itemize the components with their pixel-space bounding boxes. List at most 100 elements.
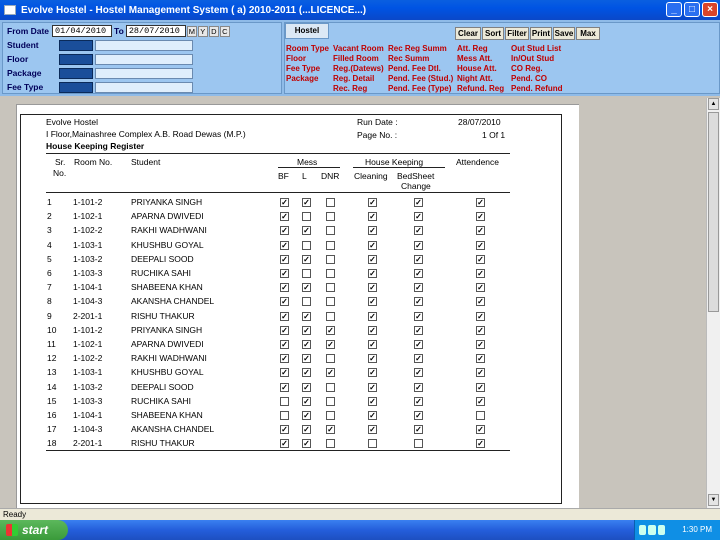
checkbox-bf[interactable]: ✓ xyxy=(280,439,289,449)
checkbox-clean[interactable]: ✓ xyxy=(368,354,377,364)
checkbox-l[interactable]: ✓ xyxy=(302,198,311,207)
checkbox-bf[interactable]: ✓ xyxy=(280,254,289,264)
checkbox-dnr[interactable] xyxy=(326,439,335,449)
package-code-field[interactable] xyxy=(59,68,93,79)
scroll-down-icon[interactable]: ▼ xyxy=(708,494,719,506)
checkbox-clean[interactable]: ✓ xyxy=(368,425,377,435)
tray-volume-icon[interactable] xyxy=(648,525,656,535)
menu-rec-reg-summ[interactable]: Rec Reg Summ xyxy=(388,44,447,53)
student-name-field[interactable] xyxy=(95,40,193,51)
checkbox-clean[interactable]: ✓ xyxy=(368,212,377,222)
checkbox-bf[interactable]: ✓ xyxy=(280,311,289,321)
checkbox-dnr[interactable] xyxy=(326,283,335,293)
menu-house-att[interactable]: House Att. xyxy=(457,64,497,73)
checkbox-bf[interactable]: ✓ xyxy=(280,354,289,364)
checkbox-l[interactable]: ✓ xyxy=(302,325,311,335)
checkbox-dnr[interactable] xyxy=(326,269,335,278)
checkbox-bf[interactable] xyxy=(280,411,289,420)
menu-pend-fee-type[interactable]: Pend. Fee (Type) xyxy=(388,84,451,93)
checkbox-att[interactable]: ✓ xyxy=(476,254,485,264)
checkbox-clean[interactable]: ✓ xyxy=(368,411,377,420)
tab-hostel[interactable]: Hostel xyxy=(285,23,329,39)
floor-code-field[interactable] xyxy=(59,54,93,65)
checkbox-att[interactable]: ✓ xyxy=(476,212,485,222)
checkbox-bed[interactable]: ✓ xyxy=(414,340,423,349)
close-button[interactable]: × xyxy=(702,2,718,17)
checkbox-l[interactable]: ✓ xyxy=(302,311,311,321)
checkbox-l[interactable]: ✓ xyxy=(302,226,311,236)
clear-button[interactable]: Clear xyxy=(455,27,481,40)
checkbox-dnr[interactable] xyxy=(326,212,335,222)
checkbox-bed[interactable]: ✓ xyxy=(414,354,423,364)
menu-vacant-room[interactable]: Vacant Room xyxy=(333,44,384,53)
save-button[interactable]: Save xyxy=(553,27,575,40)
checkbox-bed[interactable]: ✓ xyxy=(414,425,423,435)
checkbox-bed[interactable]: ✓ xyxy=(414,283,423,293)
menu-refund-reg[interactable]: Refund. Reg xyxy=(457,84,504,93)
checkbox-dnr[interactable] xyxy=(326,311,335,321)
scroll-up-icon[interactable]: ▲ xyxy=(708,98,719,110)
checkbox-clean[interactable]: ✓ xyxy=(368,311,377,321)
checkbox-clean[interactable]: ✓ xyxy=(368,396,377,406)
to-date-input[interactable]: 28/07/2010 xyxy=(125,25,186,37)
checkbox-l[interactable]: ✓ xyxy=(302,354,311,364)
checkbox-l[interactable]: ✓ xyxy=(302,254,311,264)
checkbox-bed[interactable]: ✓ xyxy=(414,254,423,264)
checkbox-bed[interactable]: ✓ xyxy=(414,368,423,378)
checkbox-bed[interactable]: ✓ xyxy=(414,396,423,406)
checkbox-bf[interactable]: ✓ xyxy=(280,382,289,392)
sort-button[interactable]: Sort xyxy=(482,27,504,40)
checkbox-dnr[interactable] xyxy=(326,297,335,307)
checkbox-clean[interactable]: ✓ xyxy=(368,198,377,207)
menu-att-reg[interactable]: Att. Reg xyxy=(457,44,488,53)
checkbox-clean[interactable] xyxy=(368,439,377,449)
checkbox-att[interactable]: ✓ xyxy=(476,439,485,449)
fee-type-code-field[interactable] xyxy=(59,82,93,93)
checkbox-bf[interactable]: ✓ xyxy=(280,198,289,207)
checkbox-att[interactable]: ✓ xyxy=(476,269,485,278)
day-button[interactable]: D xyxy=(208,25,219,37)
checkbox-dnr[interactable] xyxy=(326,254,335,264)
tray-shield-icon[interactable] xyxy=(657,525,665,535)
checkbox-bed[interactable]: ✓ xyxy=(414,311,423,321)
checkbox-dnr[interactable] xyxy=(326,396,335,406)
checkbox-dnr[interactable] xyxy=(326,240,335,250)
checkbox-l[interactable]: ✓ xyxy=(302,382,311,392)
package-name-field[interactable] xyxy=(95,68,193,79)
fee-type-name-field[interactable] xyxy=(95,82,193,93)
filter-button[interactable]: Filter xyxy=(505,27,529,40)
checkbox-att[interactable]: ✓ xyxy=(476,226,485,236)
checkbox-bf[interactable]: ✓ xyxy=(280,269,289,278)
menu-reg-datews[interactable]: Reg.(Datews) xyxy=(333,64,384,73)
checkbox-att[interactable]: ✓ xyxy=(476,368,485,378)
menu-pend-co[interactable]: Pend. CO xyxy=(511,74,547,83)
checkbox-bed[interactable]: ✓ xyxy=(414,240,423,250)
max-button[interactable]: Max xyxy=(576,27,600,40)
checkbox-bed[interactable]: ✓ xyxy=(414,382,423,392)
checkbox-bf[interactable]: ✓ xyxy=(280,297,289,307)
checkbox-dnr[interactable] xyxy=(326,354,335,364)
checkbox-l[interactable]: ✓ xyxy=(302,396,311,406)
menu-floor[interactable]: Floor xyxy=(286,54,306,63)
checkbox-bf[interactable]: ✓ xyxy=(280,368,289,378)
checkbox-att[interactable]: ✓ xyxy=(476,325,485,335)
checkbox-dnr[interactable]: ✓ xyxy=(326,325,335,335)
checkbox-bed[interactable]: ✓ xyxy=(414,297,423,307)
checkbox-att[interactable]: ✓ xyxy=(476,425,485,435)
menu-night-att[interactable]: Night Att. xyxy=(457,74,493,83)
checkbox-bf[interactable]: ✓ xyxy=(280,325,289,335)
checkbox-att[interactable]: ✓ xyxy=(476,396,485,406)
start-button[interactable]: start xyxy=(0,520,68,540)
menu-rec-summ[interactable]: Rec Summ xyxy=(388,54,429,63)
checkbox-dnr[interactable]: ✓ xyxy=(326,368,335,378)
checkbox-clean[interactable]: ✓ xyxy=(368,297,377,307)
checkbox-clean[interactable]: ✓ xyxy=(368,340,377,349)
menu-mess-att[interactable]: Mess Att. xyxy=(457,54,492,63)
checkbox-att[interactable]: ✓ xyxy=(476,198,485,207)
menu-fee-type[interactable]: Fee Type xyxy=(286,64,320,73)
floor-name-field[interactable] xyxy=(95,54,193,65)
vertical-scrollbar[interactable]: ▲ ▼ xyxy=(706,98,720,508)
checkbox-att[interactable]: ✓ xyxy=(476,311,485,321)
checkbox-att[interactable] xyxy=(476,411,485,420)
checkbox-l[interactable]: ✓ xyxy=(302,439,311,449)
